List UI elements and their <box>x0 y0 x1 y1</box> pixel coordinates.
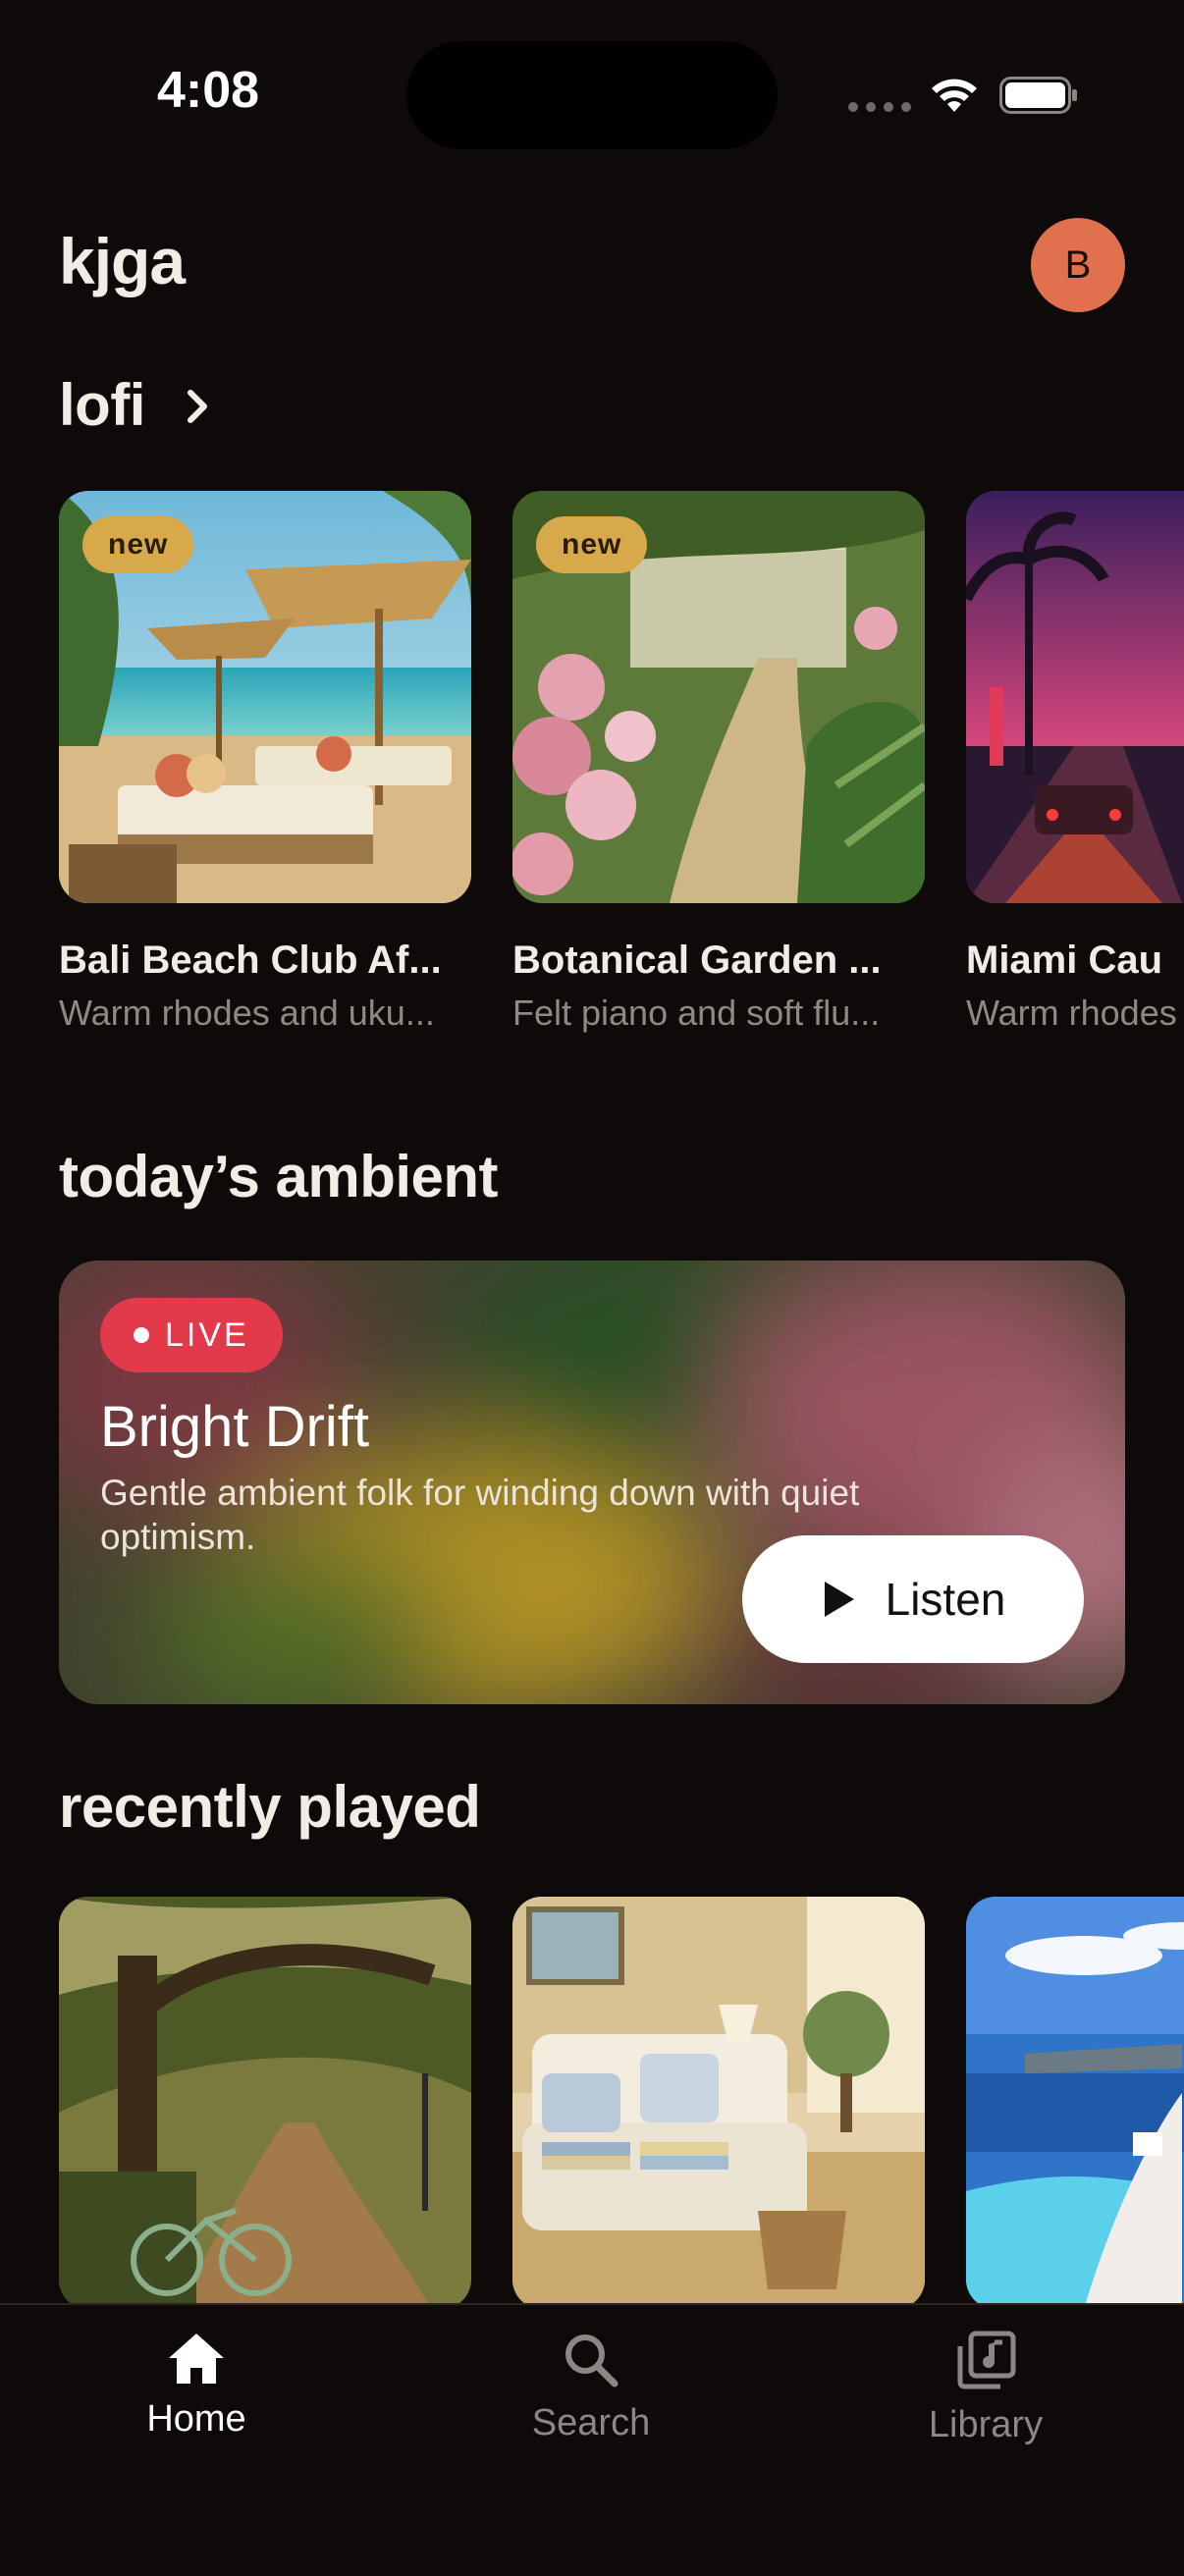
cover-image-garden: new <box>512 491 925 903</box>
section-title-lofi[interactable]: lofi <box>59 371 145 439</box>
lofi-card[interactable]: Miami Cau Warm rhodes <box>966 491 1184 1034</box>
chevron-right-icon[interactable] <box>181 385 216 428</box>
page-title: kjga <box>59 225 186 297</box>
section-title-ambient: today’s ambient <box>59 1144 499 1209</box>
tab-label: Home <box>146 2398 246 2440</box>
recent-card-living-room[interactable] <box>512 1897 925 2309</box>
live-station-title: Bright Drift <box>100 1395 369 1459</box>
tab-label: Search <box>531 2402 651 2443</box>
library-icon <box>957 2331 1016 2389</box>
recent-card-park[interactable] <box>59 1897 471 2309</box>
cover-image-beach: new <box>59 491 471 903</box>
listen-label: Listen <box>885 1574 1006 1625</box>
search-icon <box>565 2334 619 2388</box>
cover-image-miami <box>966 491 1184 903</box>
tab-library[interactable]: Library <box>858 2331 1113 2446</box>
card-title: Botanical Garden ... <box>512 939 882 982</box>
wifi-icon <box>932 79 977 112</box>
new-badge: new <box>82 516 194 573</box>
tab-label: Library <box>928 2404 1044 2445</box>
lofi-card[interactable]: new Bali Beach Club Af... Warm rhodes an… <box>59 491 471 1034</box>
listen-button[interactable]: Listen <box>742 1535 1084 1663</box>
card-subtitle: Warm rhodes <box>966 993 1177 1033</box>
battery-icon <box>999 77 1077 114</box>
section-title-recent: recently played <box>59 1774 481 1840</box>
card-title: Miami Cau <box>966 939 1163 982</box>
card-title: Bali Beach Club Af... <box>59 939 442 982</box>
home-icon <box>169 2334 224 2384</box>
lofi-card[interactable]: new Botanical Garden ... Felt piano and … <box>512 491 925 1034</box>
card-subtitle: Felt piano and soft flu... <box>512 993 881 1033</box>
avatar-initial: B <box>1064 242 1092 287</box>
avatar[interactable]: B <box>1031 218 1125 312</box>
play-icon <box>824 1582 854 1617</box>
card-subtitle: Warm rhodes and uku... <box>59 993 435 1033</box>
tab-search[interactable]: Search <box>463 2331 719 2444</box>
status-time: 4:08 <box>157 62 260 119</box>
new-badge: new <box>536 516 648 573</box>
dynamic-island <box>406 41 778 149</box>
tab-home[interactable]: Home <box>69 2331 324 2441</box>
live-label: LIVE <box>165 1315 249 1354</box>
live-dot-icon <box>134 1327 149 1343</box>
live-badge: LIVE <box>100 1298 283 1372</box>
recent-card-santorini[interactable] <box>966 1897 1184 2309</box>
cellular-signal-icon <box>848 102 911 112</box>
